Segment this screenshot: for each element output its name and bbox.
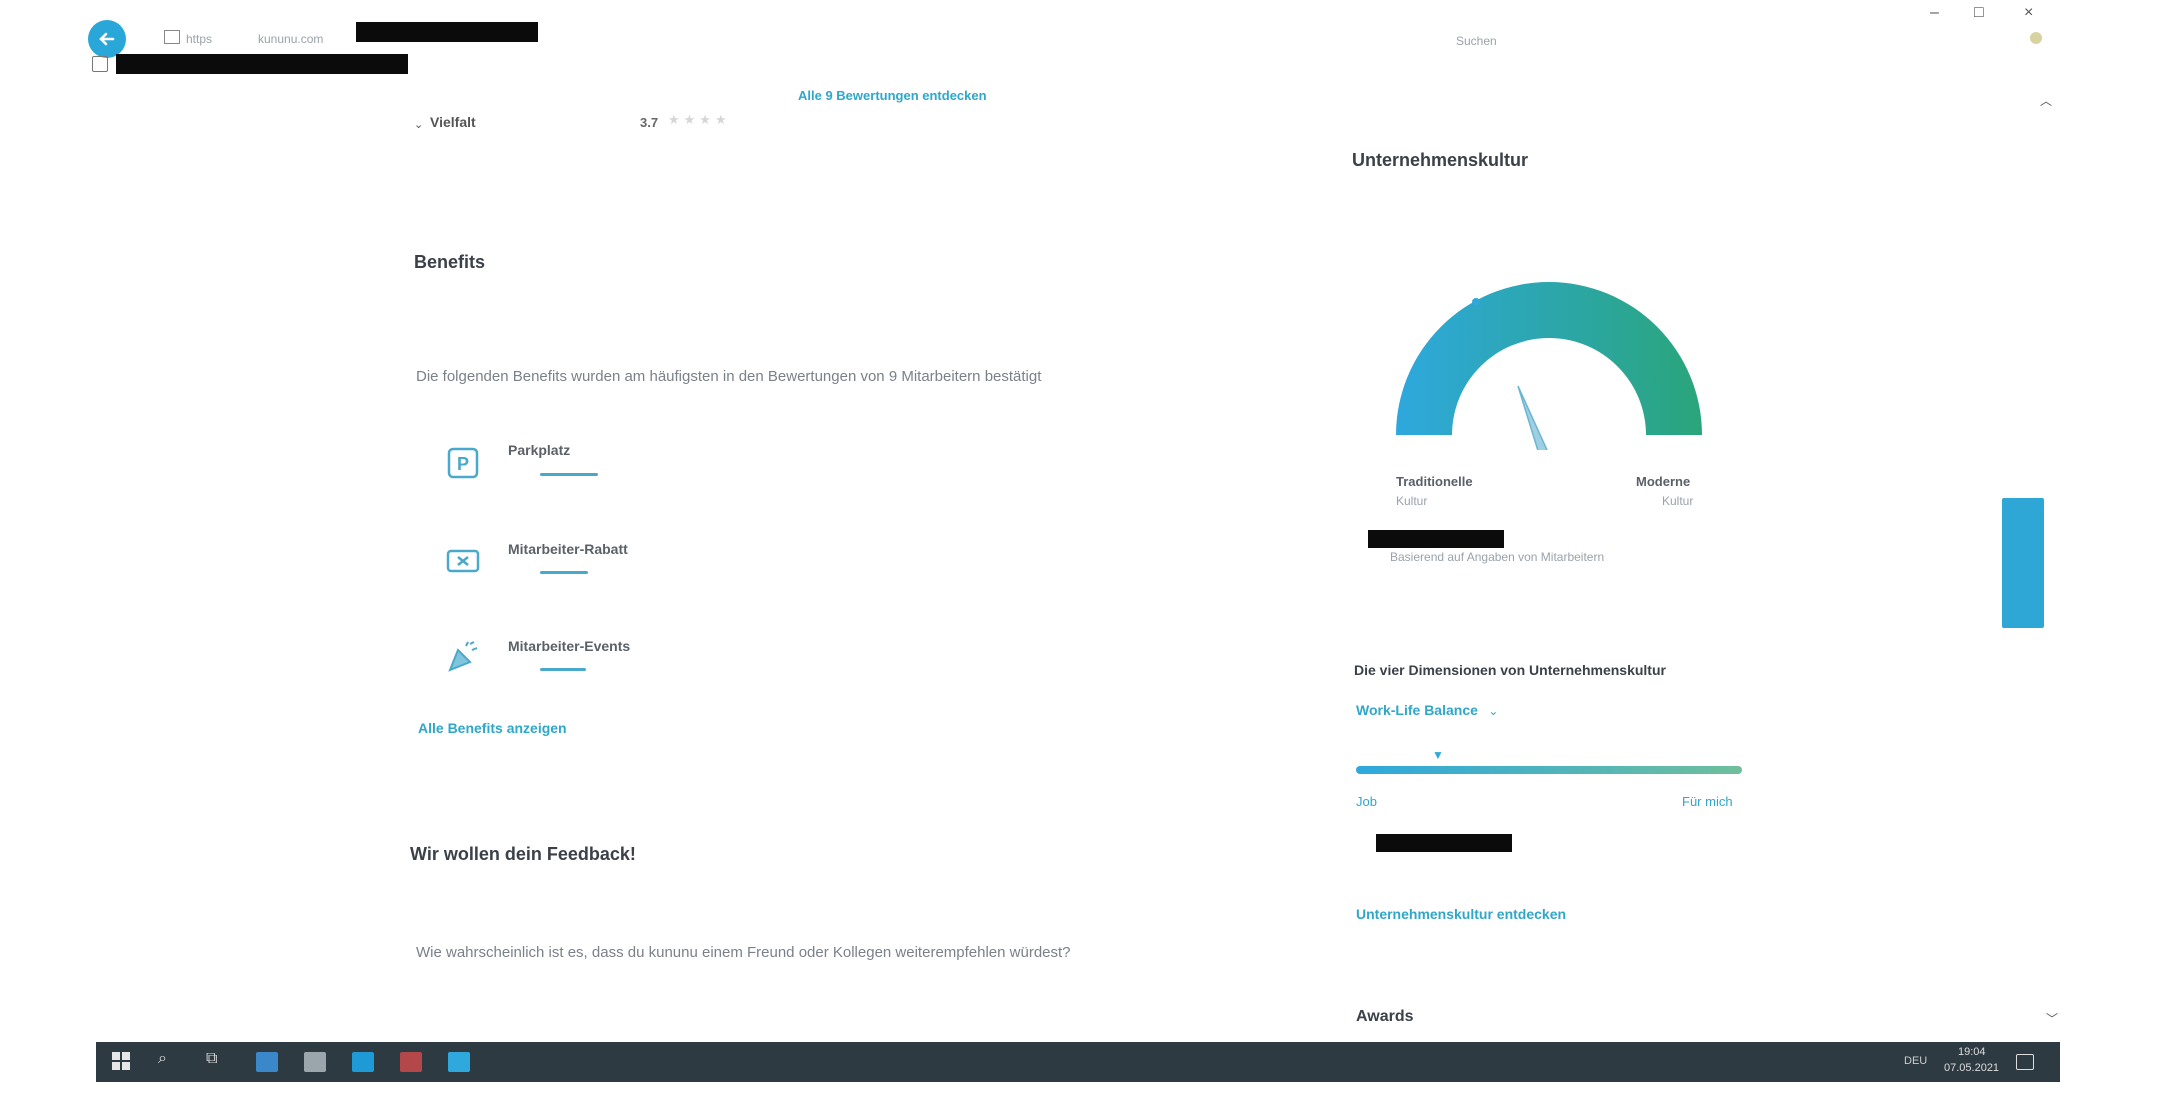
all-reviews-link[interactable]: Alle 9 Bewertungen entdecken: [798, 88, 987, 103]
party-icon: [446, 640, 480, 674]
culture-title: Unternehmenskultur: [1352, 150, 1529, 170]
maximize-icon[interactable]: □: [1974, 4, 1984, 22]
chevron-down-icon: ⌄: [1488, 704, 1499, 718]
benefit-label-parking: Parkplatz: [508, 442, 571, 458]
app-icon-1[interactable]: [256, 1052, 278, 1072]
gauge-needle: [1517, 385, 1548, 450]
url-scheme: https: [186, 32, 213, 46]
gauge-left-label: Traditionelle: [1396, 474, 1473, 489]
search-icon[interactable]: ⌕: [158, 1050, 167, 1068]
tray-lang[interactable]: DEU: [1904, 1055, 1927, 1067]
tray-time[interactable]: 19:04: [1958, 1046, 1986, 1058]
app-icon-3[interactable]: [352, 1052, 374, 1072]
benefit-bar-events: [540, 668, 586, 671]
task-view-icon[interactable]: ⧉: [206, 1050, 217, 1068]
benefits-title: Benefits: [414, 252, 486, 272]
minimize-icon[interactable]: –: [1930, 4, 1939, 22]
vielfalt-chevron-icon[interactable]: ⌄: [414, 118, 423, 131]
scroll-up-icon[interactable]: ︿: [2040, 92, 2052, 109]
culture-note: Basierend auf Angaben von Mitarbeitern: [1390, 550, 1605, 564]
benefit-label-events: Mitarbeiter-Events: [508, 638, 631, 654]
dimension-selected: Work-Life Balance: [1356, 702, 1478, 718]
benefit-label-discount: Mitarbeiter-Rabatt: [508, 541, 628, 557]
app-icon-5[interactable]: [448, 1052, 470, 1072]
close-icon[interactable]: ×: [2024, 4, 2033, 22]
redacted-bookmarks: [116, 54, 408, 74]
redacted-culture-company: [1368, 530, 1504, 548]
profile-avatar[interactable]: [2030, 32, 2042, 44]
redacted-dimension-company: [1376, 834, 1512, 852]
benefits-intro: Die folgenden Benefits wurden am häufigs…: [416, 368, 1042, 385]
benefit-bar-parking: [540, 473, 598, 476]
windows-start-icon[interactable]: [112, 1052, 130, 1070]
slider-marker-icon: ▼: [1432, 748, 1444, 762]
all-benefits-link[interactable]: Alle Benefits anzeigen: [418, 720, 567, 736]
parking-icon: P: [446, 446, 480, 480]
dimension-select[interactable]: Work-Life Balance ⌄: [1356, 702, 1498, 720]
feedback-question: Wie wahrscheinlich ist es, dass du kunun…: [416, 944, 1071, 961]
app-icon-2[interactable]: [304, 1052, 326, 1072]
feedback-title: Wir wollen dein Feedback!: [410, 844, 636, 864]
dimension-slider-track: [1356, 766, 1742, 774]
notification-icon[interactable]: [2016, 1054, 2034, 1070]
awards-title: Awards: [1356, 1008, 1414, 1025]
gauge-right-label: Moderne: [1636, 474, 1691, 489]
taskbar: ⌕ ⧉ DEU 19:04 07.05.2021: [96, 1042, 2060, 1082]
dimensions-title: Die vier Dimensionen von Unternehmenskul…: [1354, 662, 1666, 678]
gauge-left-sub: Kultur: [1396, 494, 1428, 508]
bookmark-icon: [92, 56, 108, 72]
tray-date[interactable]: 07.05.2021: [1944, 1062, 1999, 1074]
culture-explore-link[interactable]: Unternehmenskultur entdecken: [1356, 906, 1566, 922]
discount-ticket-icon: [446, 544, 480, 578]
back-button[interactable]: [88, 20, 126, 58]
gauge-right-sub: Kultur: [1662, 494, 1694, 508]
url-domain: kununu.com: [258, 32, 324, 46]
app-icon-4[interactable]: [400, 1052, 422, 1072]
vielfalt-label: Vielfalt: [430, 114, 476, 130]
scroll-down-icon[interactable]: ﹀: [2046, 1010, 2058, 1027]
vielfalt-stars: ★★★★: [668, 112, 731, 127]
vielfalt-score: 3.7: [640, 115, 659, 130]
slider-right-label: Für mich: [1682, 794, 1733, 809]
arrow-left-icon: [99, 32, 115, 46]
search-label[interactable]: Suchen: [1456, 34, 1497, 48]
site-info-icon[interactable]: [164, 30, 180, 44]
slider-left-label: Job: [1356, 794, 1377, 809]
feedback-side-tab[interactable]: [2002, 498, 2044, 628]
benefit-bar-discount: [540, 571, 588, 574]
svg-text:P: P: [457, 454, 469, 474]
redacted-url: [356, 22, 538, 42]
culture-gauge: [1396, 282, 1702, 450]
